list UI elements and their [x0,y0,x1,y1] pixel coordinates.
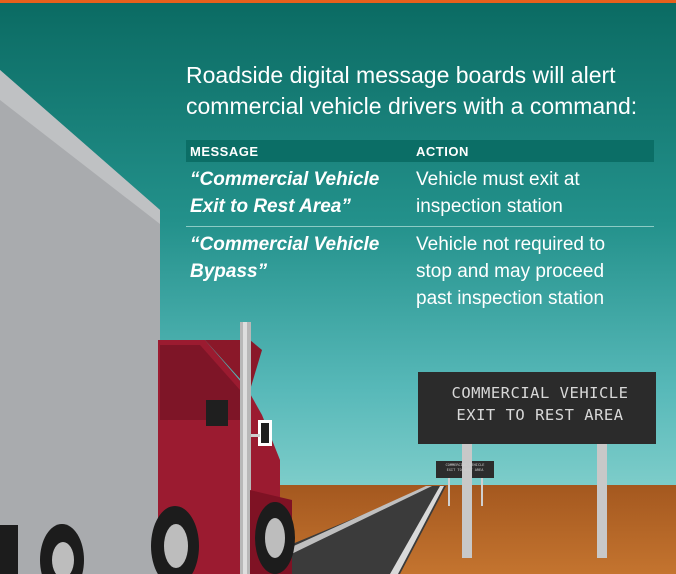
large-sign-text: COMMERCIAL VEHICLE EXIT TO REST AREA [420,382,660,426]
action-line: stop and may proceed [416,261,605,282]
message-cell: “Commercial Vehicle Bypass” [186,227,412,319]
action-line: Vehicle must exit at [416,169,580,190]
table-row: “Commercial Vehicle Bypass” Vehicle not … [186,227,654,319]
small-sign-text: COMMERCIAL VEHICLE EXIT TO REST AREA [436,463,494,473]
large-sign-line-2: EXIT TO REST AREA [456,406,624,424]
message-line: “Commercial Vehicle [190,169,380,190]
message-line: Bypass” [190,261,268,282]
message-line: Exit to Rest Area” [190,196,351,217]
action-line: Vehicle not required to [416,234,606,255]
message-line: “Commercial Vehicle [190,234,380,255]
headline: Roadside digital message boards will ale… [186,60,666,122]
headline-line-2: commercial vehicle drivers with a comman… [186,93,638,119]
infographic: Roadside digital message boards will ale… [0,0,676,574]
small-sign-line-1: COMMERCIAL VEHICLE [445,463,485,467]
message-column-header: MESSAGE [186,140,412,162]
headline-line-1: Roadside digital message boards will ale… [186,62,616,88]
action-column-header: ACTION [412,140,654,162]
action-line: past inspection station [416,288,605,309]
large-sign-line-1: COMMERCIAL VEHICLE [451,384,629,402]
action-cell: Vehicle not required to stop and may pro… [412,227,654,319]
action-line: inspection station [416,196,563,217]
message-action-table: MESSAGE ACTION “Commercial Vehicle Exit … [186,140,654,318]
message-cell: “Commercial Vehicle Exit to Rest Area” [186,162,412,227]
table-row: “Commercial Vehicle Exit to Rest Area” V… [186,162,654,227]
small-sign-line-2: EXIT TO REST AREA [446,468,484,472]
table-header-row: MESSAGE ACTION [186,140,654,162]
action-cell: Vehicle must exit at inspection station [412,162,654,227]
